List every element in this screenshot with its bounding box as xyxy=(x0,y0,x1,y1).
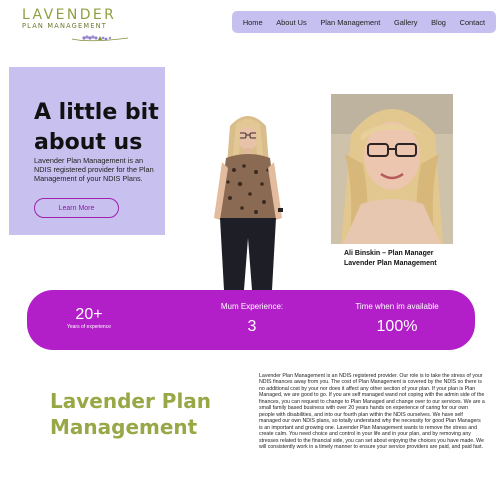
caption-company: Lavender Plan Management xyxy=(344,259,437,267)
nav-item-contact[interactable]: Contact xyxy=(460,18,485,27)
stat-value: 20+ xyxy=(75,306,103,323)
stat-years-experience: 20+ Years of experience xyxy=(61,306,117,330)
nav-item-about-us[interactable]: About Us xyxy=(276,18,306,27)
caption-name-role: Ali Binskin – Plan Manager xyxy=(344,250,434,257)
section-title: Lavender Plan Management xyxy=(50,389,212,439)
stat-label: Time when im available xyxy=(355,302,439,311)
portrait-image xyxy=(331,94,453,244)
section-body-text: Lavender Plan Management is an NDIS regi… xyxy=(259,373,485,450)
portrait-caption: Ali Binskin – Plan Manager Lavender Plan… xyxy=(344,249,437,268)
about-card: A little bit about us Lavender Plan Mana… xyxy=(9,67,165,235)
stats-bar: 20+ Years of experience Mum Experience: … xyxy=(27,290,475,350)
about-intro-text: Lavender Plan Management is an NDIS regi… xyxy=(34,156,154,184)
stat-value: 100% xyxy=(376,318,418,335)
logo-tagline: PLAN MANAGEMENT xyxy=(22,22,107,30)
portrait-photo xyxy=(331,94,453,244)
about-title: A little bit about us xyxy=(34,100,159,155)
nav-item-plan-management[interactable]: Plan Management xyxy=(320,18,380,27)
nav-item-blog[interactable]: Blog xyxy=(431,18,446,27)
team-member-full-photo xyxy=(214,116,283,290)
main-nav: Home About Us Plan Management Gallery Bl… xyxy=(232,11,496,33)
learn-more-button[interactable]: Learn More xyxy=(34,198,119,218)
logo[interactable]: LAVENDER PLAN MANAGEMENT xyxy=(22,7,129,42)
nav-item-gallery[interactable]: Gallery xyxy=(394,18,417,27)
lavender-flower-icon xyxy=(71,35,129,42)
logo-wordmark: LAVENDER xyxy=(22,7,117,23)
stat-label: Mum Experience: xyxy=(220,302,284,311)
stat-label: Years of experience xyxy=(66,324,111,330)
stat-availability: Time when im available 100% xyxy=(345,302,449,336)
nav-item-home[interactable]: Home xyxy=(243,18,263,27)
stat-value: 3 xyxy=(247,318,257,335)
stat-mum-experience: Mum Experience: 3 xyxy=(207,302,297,336)
